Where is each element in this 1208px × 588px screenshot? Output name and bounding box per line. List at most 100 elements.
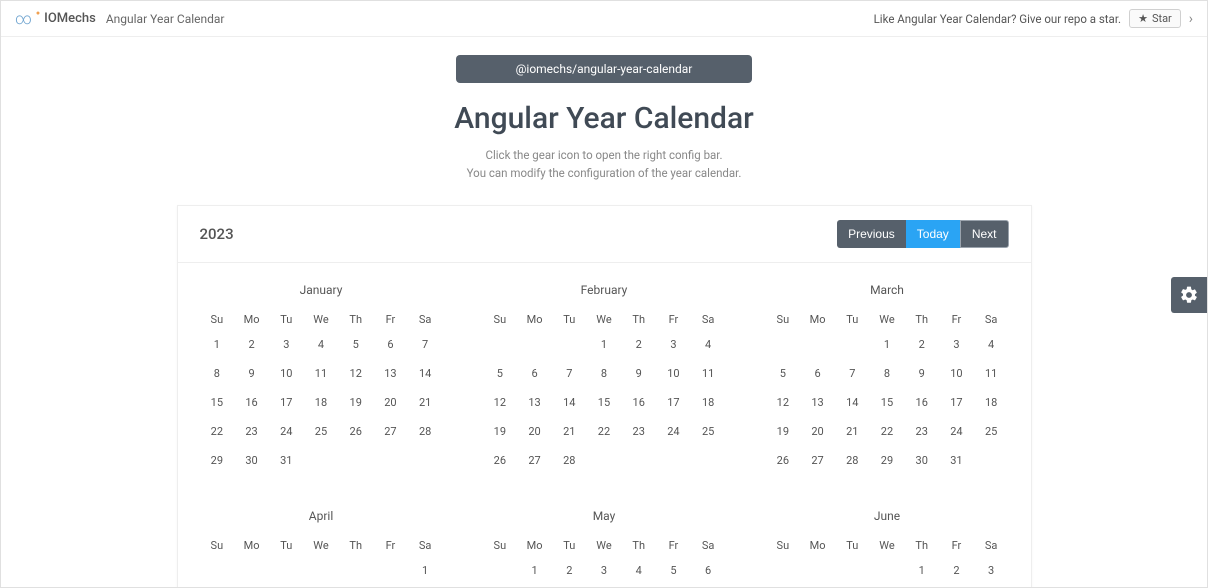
- date-cell[interactable]: 4: [621, 556, 656, 585]
- date-cell[interactable]: 14: [835, 388, 870, 417]
- date-cell[interactable]: 26: [483, 446, 518, 475]
- date-cell[interactable]: 16: [234, 388, 269, 417]
- date-cell[interactable]: 18: [974, 388, 1009, 417]
- date-cell[interactable]: 22: [200, 417, 235, 446]
- date-cell[interactable]: 15: [870, 388, 905, 417]
- date-cell[interactable]: 12: [338, 359, 373, 388]
- date-cell[interactable]: 7: [835, 359, 870, 388]
- date-cell[interactable]: 1: [408, 556, 443, 585]
- date-cell[interactable]: 25: [691, 417, 726, 446]
- date-cell[interactable]: 6: [800, 359, 835, 388]
- date-cell[interactable]: 6: [691, 556, 726, 585]
- package-chip[interactable]: @iomechs/angular-year-calendar: [456, 55, 753, 83]
- date-cell[interactable]: 12: [483, 388, 518, 417]
- date-cell[interactable]: 3: [269, 330, 304, 359]
- date-cell[interactable]: 28: [835, 446, 870, 475]
- date-cell[interactable]: 1: [587, 330, 622, 359]
- date-cell[interactable]: 2: [234, 330, 269, 359]
- date-cell[interactable]: 13: [373, 359, 408, 388]
- star-button[interactable]: ★ Star: [1129, 9, 1181, 28]
- date-cell[interactable]: 1: [517, 556, 552, 585]
- date-cell[interactable]: 4: [304, 330, 339, 359]
- date-cell[interactable]: 5: [338, 330, 373, 359]
- date-cell[interactable]: 15: [200, 388, 235, 417]
- date-cell[interactable]: 7: [552, 359, 587, 388]
- date-cell[interactable]: 4: [691, 330, 726, 359]
- date-cell[interactable]: 31: [939, 446, 974, 475]
- date-cell[interactable]: 21: [408, 388, 443, 417]
- previous-button[interactable]: Previous: [837, 220, 906, 248]
- date-cell[interactable]: 14: [552, 388, 587, 417]
- date-cell[interactable]: 5: [483, 359, 518, 388]
- date-cell[interactable]: 5: [766, 359, 801, 388]
- date-cell[interactable]: 9: [904, 359, 939, 388]
- date-cell[interactable]: 25: [304, 417, 339, 446]
- date-cell[interactable]: 15: [587, 388, 622, 417]
- date-cell[interactable]: 29: [870, 446, 905, 475]
- date-cell[interactable]: 30: [904, 446, 939, 475]
- date-cell[interactable]: 17: [939, 388, 974, 417]
- date-cell[interactable]: 22: [870, 417, 905, 446]
- date-cell[interactable]: 11: [304, 359, 339, 388]
- date-cell[interactable]: 28: [552, 446, 587, 475]
- date-cell[interactable]: 27: [800, 446, 835, 475]
- date-cell[interactable]: 18: [691, 388, 726, 417]
- date-cell[interactable]: 7: [408, 330, 443, 359]
- date-cell[interactable]: 26: [338, 417, 373, 446]
- date-cell[interactable]: 2: [621, 330, 656, 359]
- date-cell[interactable]: 9: [621, 359, 656, 388]
- date-cell[interactable]: 22: [587, 417, 622, 446]
- date-cell[interactable]: 9: [234, 359, 269, 388]
- date-cell[interactable]: 12: [766, 388, 801, 417]
- date-cell[interactable]: 11: [691, 359, 726, 388]
- date-cell[interactable]: 21: [552, 417, 587, 446]
- date-cell[interactable]: 10: [269, 359, 304, 388]
- date-cell[interactable]: 23: [234, 417, 269, 446]
- date-cell[interactable]: 6: [517, 359, 552, 388]
- date-cell[interactable]: 19: [766, 417, 801, 446]
- date-cell[interactable]: 27: [373, 417, 408, 446]
- date-cell[interactable]: 20: [373, 388, 408, 417]
- date-cell[interactable]: 23: [904, 417, 939, 446]
- gear-fab[interactable]: [1171, 277, 1207, 313]
- date-cell[interactable]: 29: [200, 446, 235, 475]
- date-cell[interactable]: 28: [408, 417, 443, 446]
- date-cell[interactable]: 10: [656, 359, 691, 388]
- date-cell[interactable]: 16: [621, 388, 656, 417]
- today-button[interactable]: Today: [906, 220, 960, 248]
- date-cell[interactable]: 11: [974, 359, 1009, 388]
- date-cell[interactable]: 16: [904, 388, 939, 417]
- date-cell[interactable]: 17: [656, 388, 691, 417]
- date-cell[interactable]: 10: [939, 359, 974, 388]
- date-cell[interactable]: 1: [904, 556, 939, 585]
- date-cell[interactable]: 31: [269, 446, 304, 475]
- date-cell[interactable]: 30: [234, 446, 269, 475]
- date-cell[interactable]: 21: [835, 417, 870, 446]
- date-cell[interactable]: 4: [974, 330, 1009, 359]
- date-cell[interactable]: 1: [200, 330, 235, 359]
- date-cell[interactable]: 25: [974, 417, 1009, 446]
- date-cell[interactable]: 19: [483, 417, 518, 446]
- date-cell[interactable]: 26: [766, 446, 801, 475]
- date-cell[interactable]: 23: [621, 417, 656, 446]
- date-cell[interactable]: 3: [587, 556, 622, 585]
- date-cell[interactable]: 2: [939, 556, 974, 585]
- date-cell[interactable]: 24: [656, 417, 691, 446]
- date-cell[interactable]: 5: [656, 556, 691, 585]
- date-cell[interactable]: 13: [517, 388, 552, 417]
- date-cell[interactable]: 8: [587, 359, 622, 388]
- date-cell[interactable]: 1: [870, 330, 905, 359]
- date-cell[interactable]: 19: [338, 388, 373, 417]
- date-cell[interactable]: 3: [974, 556, 1009, 585]
- date-cell[interactable]: 18: [304, 388, 339, 417]
- date-cell[interactable]: 14: [408, 359, 443, 388]
- date-cell[interactable]: 17: [269, 388, 304, 417]
- date-cell[interactable]: 8: [870, 359, 905, 388]
- date-cell[interactable]: 6: [373, 330, 408, 359]
- next-button[interactable]: Next: [960, 220, 1009, 248]
- date-cell[interactable]: 8: [200, 359, 235, 388]
- date-cell[interactable]: 24: [269, 417, 304, 446]
- date-cell[interactable]: 13: [800, 388, 835, 417]
- chevron-right-icon[interactable]: ›: [1189, 11, 1193, 27]
- date-cell[interactable]: 2: [552, 556, 587, 585]
